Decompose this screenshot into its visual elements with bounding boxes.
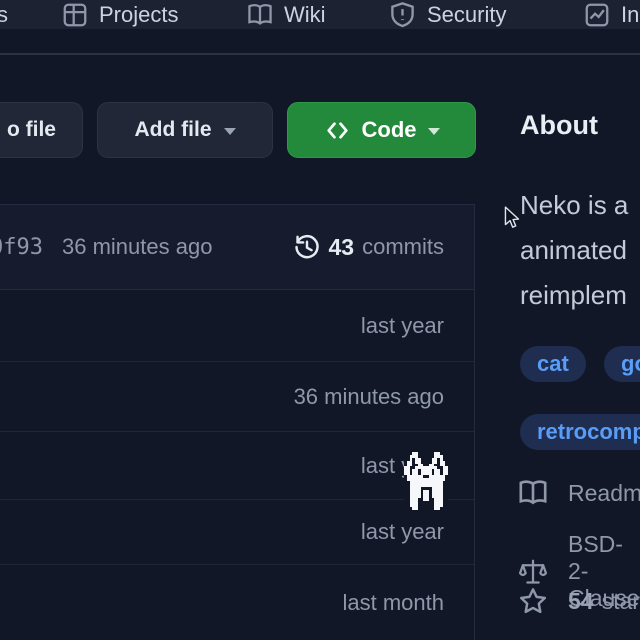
repo-description: Neko is a animated reimplem [520,183,628,318]
description-line: animated [520,228,628,273]
tab-label: Wiki [284,2,326,28]
commit-count: 43 [329,234,355,261]
file-row[interactable]: last month [0,565,474,640]
topic-tag-retrocomputing[interactable]: retrocomputing [520,414,640,450]
commit-time: 36 minutes ago [62,205,212,289]
tab-label: Insights [621,2,640,28]
file-row[interactable]: 36 minutes ago [0,362,474,432]
mouse-cursor-icon [504,206,520,230]
description-line: reimplem [520,273,628,318]
code-button[interactable]: Code [287,102,476,158]
tab-label: Projects [99,2,178,28]
nav-divider [0,53,640,55]
topic-tag-cat[interactable]: cat [520,346,586,382]
about-heading: About [520,110,598,141]
stars-count: 54 [568,588,594,615]
tab-label: Security [427,2,506,28]
go-to-file-label: o file [7,118,56,142]
table-icon [62,2,88,28]
law-scales-icon [518,557,548,587]
history-icon [293,233,321,261]
tab-partial[interactable]: s [0,0,8,29]
graph-icon [584,2,610,28]
chevron-down-icon [224,128,236,135]
readme-link[interactable]: Readme [518,478,640,508]
code-label: Code [362,117,417,143]
stars-label: stars [602,588,640,615]
file-row-date: last year [361,519,444,545]
star-icon [518,586,548,616]
readme-label: Readme [568,480,640,507]
shield-icon [389,1,416,28]
file-row-date: last year [361,313,444,339]
book-icon [247,2,273,28]
stars-link[interactable]: 54 stars [518,586,640,616]
book-icon [518,478,548,508]
go-to-file-button[interactable]: o file [0,102,83,158]
add-file-button[interactable]: Add file [97,102,273,158]
file-row[interactable]: last year [0,290,474,362]
commit-header-bar: 0f93 36 minutes ago 43 commits [0,204,474,290]
file-row[interactable]: last year [0,432,474,500]
tab-security[interactable]: Security [389,0,506,29]
commit-count-label: commits [362,234,444,260]
tab-projects[interactable]: Projects [62,0,178,29]
table-sidebar-divider [474,204,475,640]
commit-hash-link[interactable]: 0f93 [0,205,43,289]
commits-link[interactable]: 43 commits [293,205,444,289]
add-file-label: Add file [135,118,212,142]
chevron-down-icon [428,128,440,135]
description-line: Neko is a [520,183,628,228]
neko-cat-sprite [404,452,448,510]
tab-insights[interactable]: Insights [584,0,640,29]
page: { "nav": { "partial_tab": "s", "tabs": [… [0,0,640,640]
code-icon [324,117,351,144]
topic-tag-go[interactable]: go [604,346,640,382]
file-row[interactable]: last year [0,500,474,565]
tab-wiki[interactable]: Wiki [247,0,326,29]
file-row-date: 36 minutes ago [294,384,444,410]
file-row-date: last month [343,590,445,616]
